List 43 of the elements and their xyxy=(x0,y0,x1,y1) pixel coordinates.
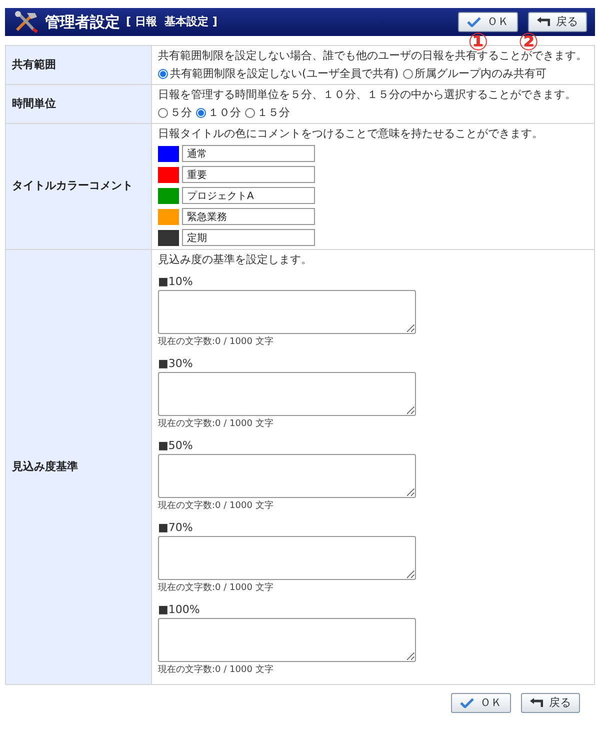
row-label-cell: タイトルカラーコメント xyxy=(6,124,152,249)
color-comment-field[interactable]: 緊急業務 xyxy=(182,208,315,225)
ok-button[interactable]: ＯＫ xyxy=(451,693,511,713)
back-button[interactable]: 戻る xyxy=(528,12,587,32)
description-text: 日報タイトルの色にコメントをつけることで意味を持たせることができます。 xyxy=(158,127,544,141)
description-text: 日報を管理する時間単位を５分、１０分、１５分の中から選択することができます。 xyxy=(158,88,577,102)
color-comment-field[interactable]: 通常 xyxy=(182,145,315,162)
level-heading: ■30% xyxy=(158,357,194,371)
radio-option[interactable]: １５分 xyxy=(245,106,290,120)
criteria-textarea[interactable] xyxy=(158,536,416,580)
level-heading: ■70% xyxy=(158,521,194,535)
return-arrow-icon xyxy=(537,17,550,27)
radio-option[interactable]: 所属グループ内のみ共有可 xyxy=(402,67,547,81)
ok-button[interactable]: ＯＫ xyxy=(458,12,518,32)
row-label-cell: 時間単位 xyxy=(6,85,152,123)
tools-icon xyxy=(13,11,39,33)
criteria-textarea[interactable] xyxy=(158,372,416,416)
back-button[interactable]: 戻る xyxy=(521,693,580,713)
radio-option[interactable]: ５分 xyxy=(158,106,192,120)
color-comment-field[interactable]: 定期 xyxy=(182,229,315,246)
character-counter: 現在の文字数:0 / 1000 文字 xyxy=(158,418,274,430)
criteria-textarea[interactable] xyxy=(158,290,416,334)
return-arrow-icon xyxy=(530,698,543,708)
row-label-cell: 見込み度基準 xyxy=(6,250,152,684)
level-heading: ■100% xyxy=(158,603,201,617)
description-text: 見込み度の基準を設定します。 xyxy=(158,253,313,267)
character-counter: 現在の文字数:0 / 1000 文字 xyxy=(158,336,274,348)
radio-option[interactable]: 共有範囲制限を設定しない(ユーザ全員で共有) xyxy=(158,67,399,81)
radio-option[interactable]: １０分 xyxy=(196,106,241,120)
color-comment-field[interactable]: プロジェクトA xyxy=(182,187,315,204)
check-icon xyxy=(460,698,474,708)
level-heading: ■50% xyxy=(158,439,194,453)
row-label-cell: 共有範囲 xyxy=(6,46,152,84)
page-title: 管理者設定 xyxy=(45,12,120,33)
page-subtitle: [ 日報 基本設定 ] xyxy=(126,14,218,30)
character-counter: 現在の文字数:0 / 1000 文字 xyxy=(158,582,274,594)
character-counter: 現在の文字数:0 / 1000 文字 xyxy=(158,500,274,512)
character-counter: 現在の文字数:0 / 1000 文字 xyxy=(158,664,274,676)
color-comment-field[interactable]: 重要 xyxy=(182,166,315,183)
criteria-textarea[interactable] xyxy=(158,618,416,662)
criteria-textarea[interactable] xyxy=(158,454,416,498)
level-heading: ■10% xyxy=(158,275,194,289)
check-icon xyxy=(467,17,481,27)
